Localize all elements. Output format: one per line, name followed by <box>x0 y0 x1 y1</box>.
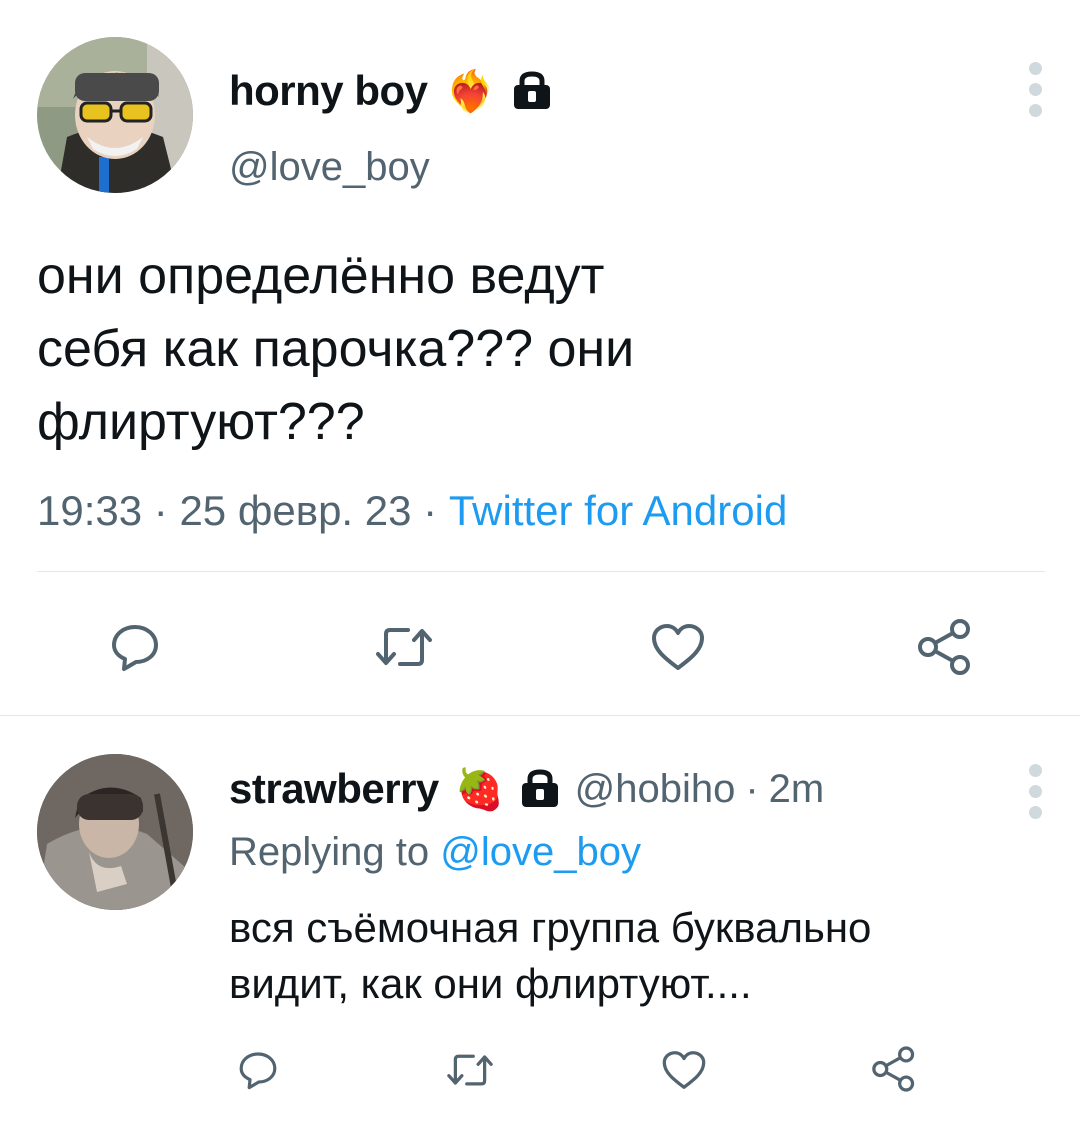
retweet-icon <box>447 1054 493 1086</box>
strawberry-emoji: 🍓 <box>454 767 505 812</box>
retweet-button[interactable] <box>438 1044 502 1096</box>
more-vertical-icon[interactable] <box>1028 764 1042 819</box>
meta-separator: · <box>745 766 759 811</box>
share-icon <box>872 1046 915 1092</box>
reply-header: strawberry 🍓 @hobiho · 2m <box>229 762 824 816</box>
tweet-time: 19:33 <box>37 487 143 534</box>
avatar-image <box>37 37 193 193</box>
reply-age: 2m <box>768 766 825 811</box>
reply-text-line: вся съёмочная группа буквально <box>229 904 872 951</box>
avatar[interactable] <box>37 37 193 193</box>
lock-icon <box>511 71 553 111</box>
tweet-meta: 19:33 · 25 февр. 23 · Twitter for Androi… <box>37 486 787 536</box>
like-button[interactable] <box>656 1044 712 1096</box>
meta-separator: · <box>153 487 168 534</box>
retweet-icon <box>376 628 432 666</box>
reply-button[interactable] <box>100 612 170 682</box>
like-button[interactable] <box>645 612 711 682</box>
meta-separator: · <box>423 487 438 534</box>
fire-heart-emoji: ❤️‍🔥 <box>445 69 496 114</box>
tweet-source-link[interactable]: Twitter for Android <box>449 487 787 534</box>
reply-icon <box>112 625 158 671</box>
avatar-image <box>37 754 193 910</box>
tweet-text-line: они определённо ведут <box>37 247 605 305</box>
more-vertical-icon[interactable] <box>1028 62 1042 117</box>
share-icon <box>918 619 970 675</box>
display-name[interactable]: strawberry <box>229 765 439 813</box>
reply-text-line: видит, как они флиртуют.... <box>229 960 752 1007</box>
tweet-date: 25 февр. 23 <box>179 487 412 534</box>
divider <box>37 571 1045 572</box>
user-handle[interactable]: @love_boy <box>229 143 430 191</box>
reply-text: вся съёмочная группа буквально видит, ка… <box>229 900 871 1012</box>
lock-icon <box>519 769 561 809</box>
user-handle[interactable]: @hobiho <box>575 767 736 812</box>
section-divider <box>0 715 1080 716</box>
replying-to-label: Replying to <box>229 830 430 874</box>
tweet-text-line: флиртуют??? <box>37 393 365 451</box>
share-button[interactable] <box>910 610 980 684</box>
retweet-button[interactable] <box>366 612 442 682</box>
tweet-text: они определённо ведут себя как парочка??… <box>37 240 634 459</box>
reply-button[interactable] <box>230 1044 286 1096</box>
heart-icon <box>652 624 704 670</box>
name-row: horny boy ❤️‍🔥 <box>229 64 553 118</box>
avatar[interactable] <box>37 754 193 910</box>
tweet-text-line: себя как парочка??? они <box>37 320 635 378</box>
reply-icon <box>239 1052 277 1090</box>
heart-icon <box>662 1051 706 1089</box>
replying-to-handle[interactable]: @love_boy <box>440 830 641 874</box>
replying-to: Replying to @love_boy <box>229 828 641 876</box>
share-button[interactable] <box>866 1040 922 1098</box>
display-name[interactable]: horny boy <box>229 67 428 115</box>
